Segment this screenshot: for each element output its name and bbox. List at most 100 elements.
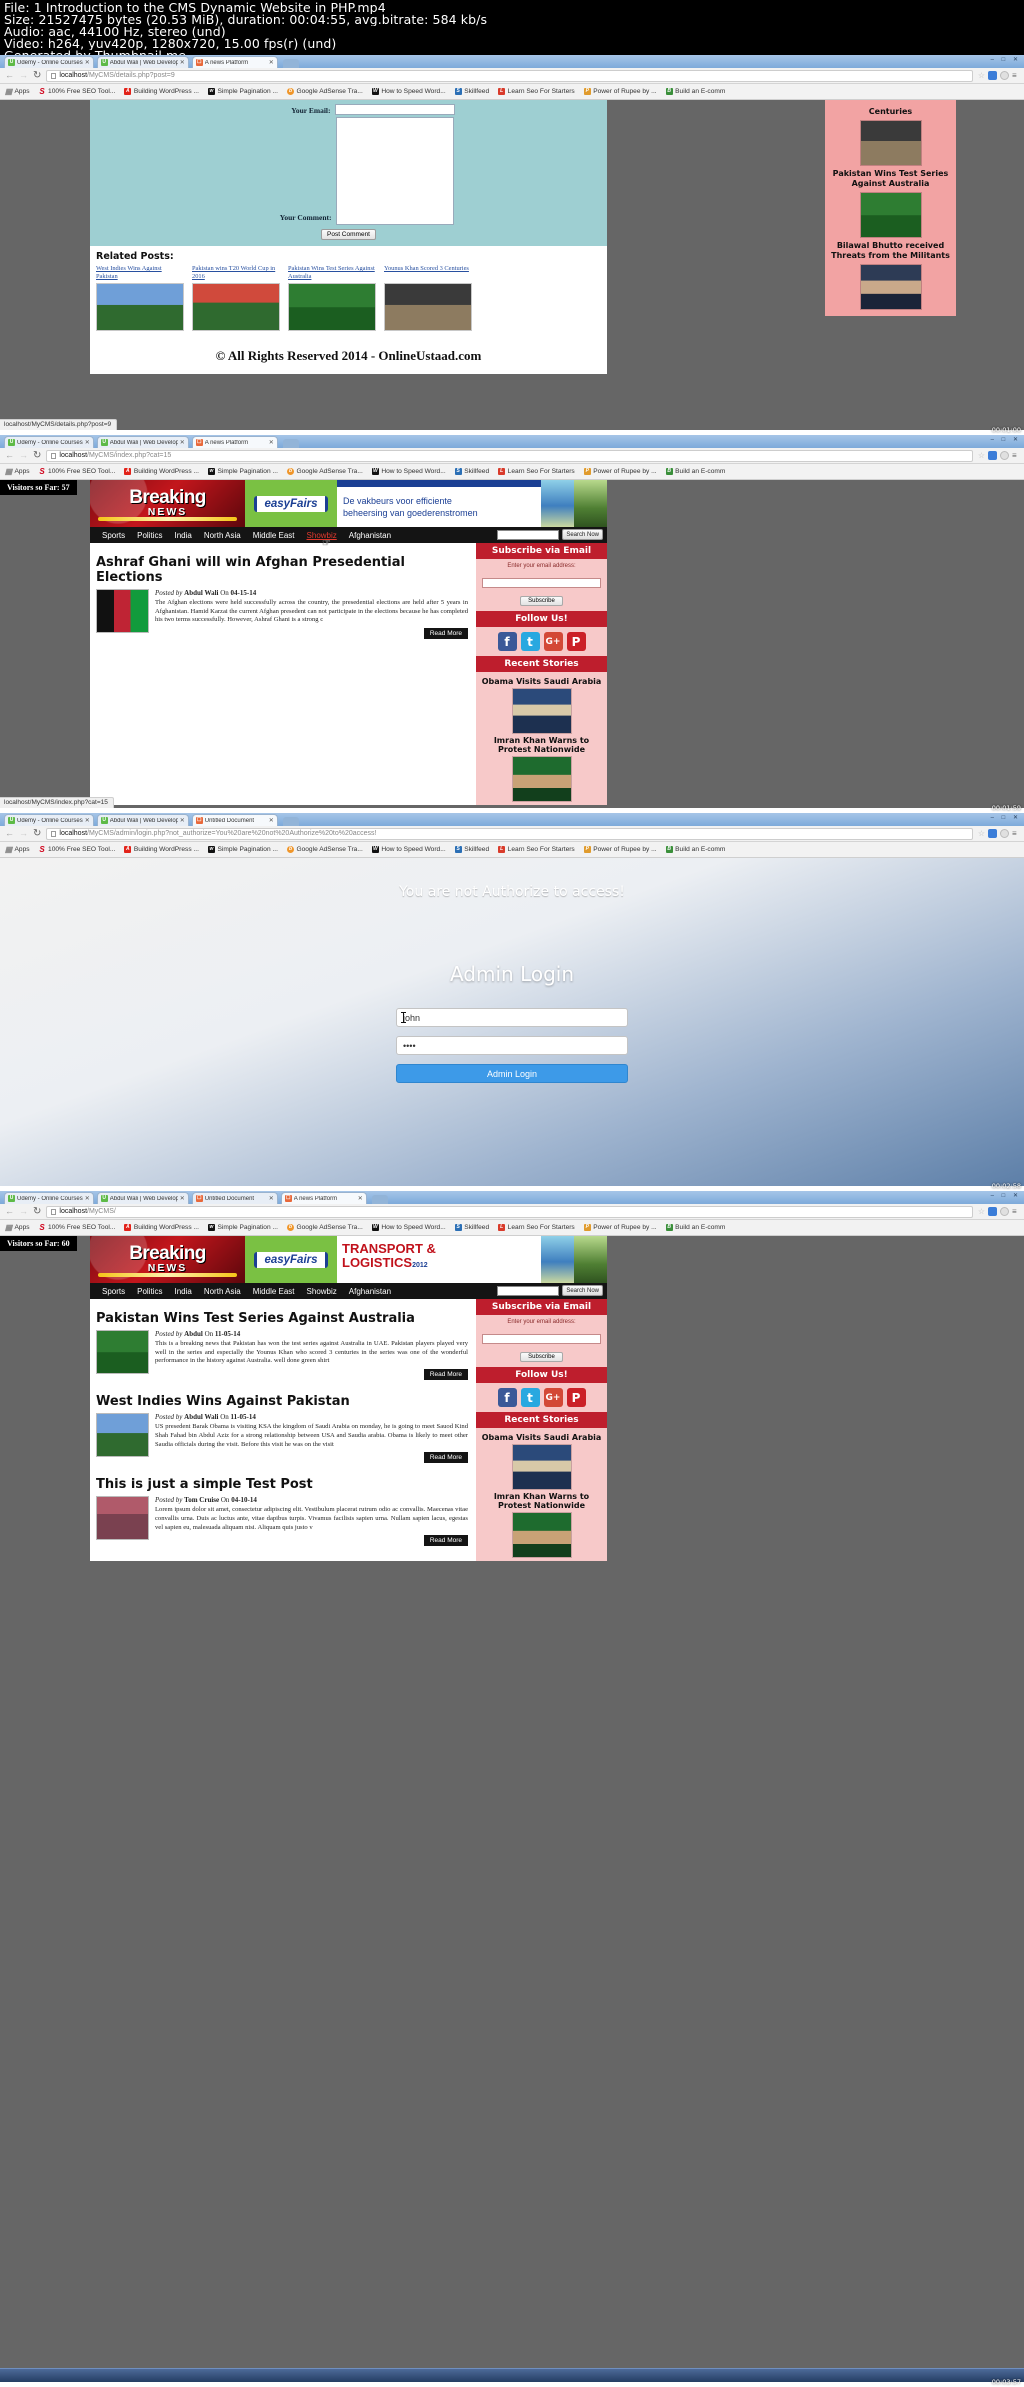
bookmark-ecommerce[interactable]: B Build an E-comm: [665, 468, 725, 475]
email-field[interactable]: [334, 104, 455, 115]
bookmark-star-icon[interactable]: ☆: [978, 451, 985, 460]
close-icon[interactable]: ✕: [269, 817, 274, 824]
new-tab-button[interactable]: [282, 817, 299, 826]
nav-item-north-asia[interactable]: North Asia: [204, 531, 241, 540]
tab-abdul-wali[interactable]: U Abdul Wali | Web Develop ✕: [96, 56, 189, 68]
googleplus-icon[interactable]: G+: [543, 1388, 563, 1407]
close-icon[interactable]: ✕: [358, 1195, 363, 1202]
bookmark-pagination[interactable]: w Simple Pagination ...: [207, 1224, 278, 1231]
pinterest-icon[interactable]: P: [566, 632, 586, 651]
back-icon[interactable]: ←: [5, 71, 14, 80]
story-title[interactable]: Obama Visits Saudi Arabia: [480, 677, 603, 686]
post-title[interactable]: West Indies Wins Against Pakistan: [96, 1394, 468, 1409]
bookmark-speed[interactable]: W How to Speed Word...: [371, 468, 446, 475]
nav-item-sports[interactable]: Sports: [102, 1287, 125, 1296]
nav-item-politics[interactable]: Politics: [137, 1287, 162, 1296]
bookmark-speed[interactable]: W How to Speed Word...: [371, 1224, 446, 1231]
tab-untitled-document[interactable]: ☐ Untitled Document ✕: [191, 1192, 278, 1204]
new-tab-button[interactable]: [282, 59, 299, 68]
related-post-item[interactable]: Pakistan Wins Test Series Against Austra…: [288, 265, 376, 331]
tab-udemy[interactable]: U Udemy - Online Courses ✕: [4, 1192, 94, 1204]
back-icon[interactable]: ←: [5, 1207, 14, 1216]
nav-item-sports[interactable]: Sports: [102, 531, 125, 540]
forward-icon[interactable]: →: [19, 829, 28, 838]
forward-icon[interactable]: →: [19, 1207, 28, 1216]
nav-item-showbiz[interactable]: Showbiz: [307, 1287, 337, 1296]
bookmark-skillfeed[interactable]: S Skillfeed: [454, 88, 489, 95]
reload-icon[interactable]: ↻: [33, 828, 41, 839]
url-input[interactable]: localhost/MyCMS/admin/login.php?not_auth…: [46, 827, 973, 840]
related-post-link[interactable]: West Indies Wins Against Pakistan: [96, 265, 184, 281]
related-post-item[interactable]: Pakistan wins T20 World Cup in 2016: [192, 265, 280, 331]
bookmark-rupee[interactable]: P Power of Rupee by ...: [583, 846, 657, 853]
bookmark-pagination[interactable]: w Simple Pagination ...: [207, 88, 278, 95]
close-icon[interactable]: ✕: [85, 817, 90, 824]
extension-icon[interactable]: [988, 451, 997, 460]
close-icon[interactable]: ✕: [269, 1195, 274, 1202]
tab-udemy[interactable]: U Udemy - Online Courses ✕: [4, 436, 94, 448]
windows-taskbar[interactable]: [0, 2368, 1024, 2382]
bookmark-star-icon[interactable]: ☆: [978, 829, 985, 838]
reload-icon[interactable]: ↻: [33, 450, 41, 461]
bookmark-ecommerce[interactable]: B Build an E-comm: [665, 846, 725, 853]
bookmark-learnseo[interactable]: L Learn Seo For Starters: [498, 846, 575, 853]
nav-item-india[interactable]: India: [174, 1287, 191, 1296]
post-title[interactable]: Pakistan Wins Test Series Against Austra…: [96, 1311, 468, 1326]
bookmark-adsense[interactable]: b Google AdSense Tra...: [286, 846, 363, 853]
window-controls[interactable]: – □ ✕: [991, 814, 1021, 821]
bookmark-seo[interactable]: S 100% Free SEO Tool...: [39, 845, 115, 853]
bookmark-wordpress[interactable]: A Building WordPress ...: [124, 88, 199, 95]
nav-item-india[interactable]: India: [174, 531, 191, 540]
bookmark-learnseo[interactable]: L Learn Seo For Starters: [498, 88, 575, 95]
related-post-link[interactable]: Pakistan wins T20 World Cup in 2016: [192, 265, 280, 281]
username-field[interactable]: john: [396, 1008, 628, 1027]
reload-icon[interactable]: ↻: [33, 70, 41, 81]
close-icon[interactable]: ✕: [180, 1195, 185, 1202]
bookmark-star-icon[interactable]: ☆: [978, 1207, 985, 1216]
new-tab-button[interactable]: [371, 1195, 388, 1204]
bookmark-speed[interactable]: W How to Speed Word...: [371, 846, 446, 853]
story-title[interactable]: Obama Visits Saudi Arabia: [480, 1433, 603, 1442]
nav-item-politics[interactable]: Politics: [137, 531, 162, 540]
tab-abdul-wali[interactable]: U Abdul Wali | Web Develop ✕: [96, 436, 189, 448]
bookmark-learnseo[interactable]: L Learn Seo For Starters: [498, 1224, 575, 1231]
url-input[interactable]: localhost/MyCMS/: [46, 1205, 973, 1218]
related-post-item[interactable]: Younus Khan Scored 3 Centuries: [384, 265, 472, 331]
bookmark-skillfeed[interactable]: S Skillfeed: [454, 846, 489, 853]
related-post-link[interactable]: Younus Khan Scored 3 Centuries: [384, 265, 472, 281]
url-input[interactable]: localhost/MyCMS/index.php?cat=15: [46, 449, 973, 462]
close-icon[interactable]: ✕: [85, 1195, 90, 1202]
bookmark-apps[interactable]: ▦ Apps: [5, 1223, 30, 1231]
extension-icon[interactable]: [988, 829, 997, 838]
bookmark-rupee[interactable]: P Power of Rupee by ...: [583, 1224, 657, 1231]
bookmark-pagination[interactable]: w Simple Pagination ...: [207, 468, 278, 475]
search-input[interactable]: [497, 1285, 560, 1296]
password-field[interactable]: ••••: [396, 1036, 628, 1055]
bookmark-wordpress[interactable]: A Building WordPress ...: [124, 468, 199, 475]
nav-item-middle-east[interactable]: Middle East: [253, 1287, 295, 1296]
close-icon[interactable]: ✕: [85, 59, 90, 66]
search-button[interactable]: Search Now: [562, 529, 603, 540]
tab-news-platform[interactable]: ☐ A news Platform ✕: [280, 1192, 367, 1204]
close-icon[interactable]: ✕: [269, 59, 274, 66]
tab-udemy[interactable]: U Udemy - Online Courses ✕: [4, 814, 94, 826]
bookmark-wordpress[interactable]: A Building WordPress ...: [124, 1224, 199, 1231]
facebook-icon[interactable]: f: [497, 632, 517, 651]
nav-item-afghanistan[interactable]: Afghanistan: [349, 1287, 391, 1296]
extension-circle-icon[interactable]: [1000, 829, 1009, 838]
bookmark-apps[interactable]: ▦ Apps: [5, 845, 30, 853]
bookmark-adsense[interactable]: b Google AdSense Tra...: [286, 468, 363, 475]
close-icon[interactable]: ✕: [180, 817, 185, 824]
bookmark-apps[interactable]: ▦ Apps: [5, 87, 30, 95]
extension-icon[interactable]: [988, 1207, 997, 1216]
tab-abdul-wali[interactable]: U Abdul Wali | Web Develop ✕: [96, 814, 189, 826]
bookmark-pagination[interactable]: w Simple Pagination ...: [207, 846, 278, 853]
related-post-item[interactable]: West Indies Wins Against Pakistan: [96, 265, 184, 331]
chrome-menu-icon[interactable]: ≡: [1012, 829, 1019, 838]
googleplus-icon[interactable]: G+: [543, 632, 563, 651]
subscribe-button[interactable]: Subscribe: [520, 1352, 563, 1362]
chrome-menu-icon[interactable]: ≡: [1012, 71, 1019, 80]
url-input[interactable]: localhost/MyCMS/details.php?post=9: [46, 69, 973, 82]
reload-icon[interactable]: ↻: [33, 1206, 41, 1217]
extension-icon[interactable]: [988, 71, 997, 80]
